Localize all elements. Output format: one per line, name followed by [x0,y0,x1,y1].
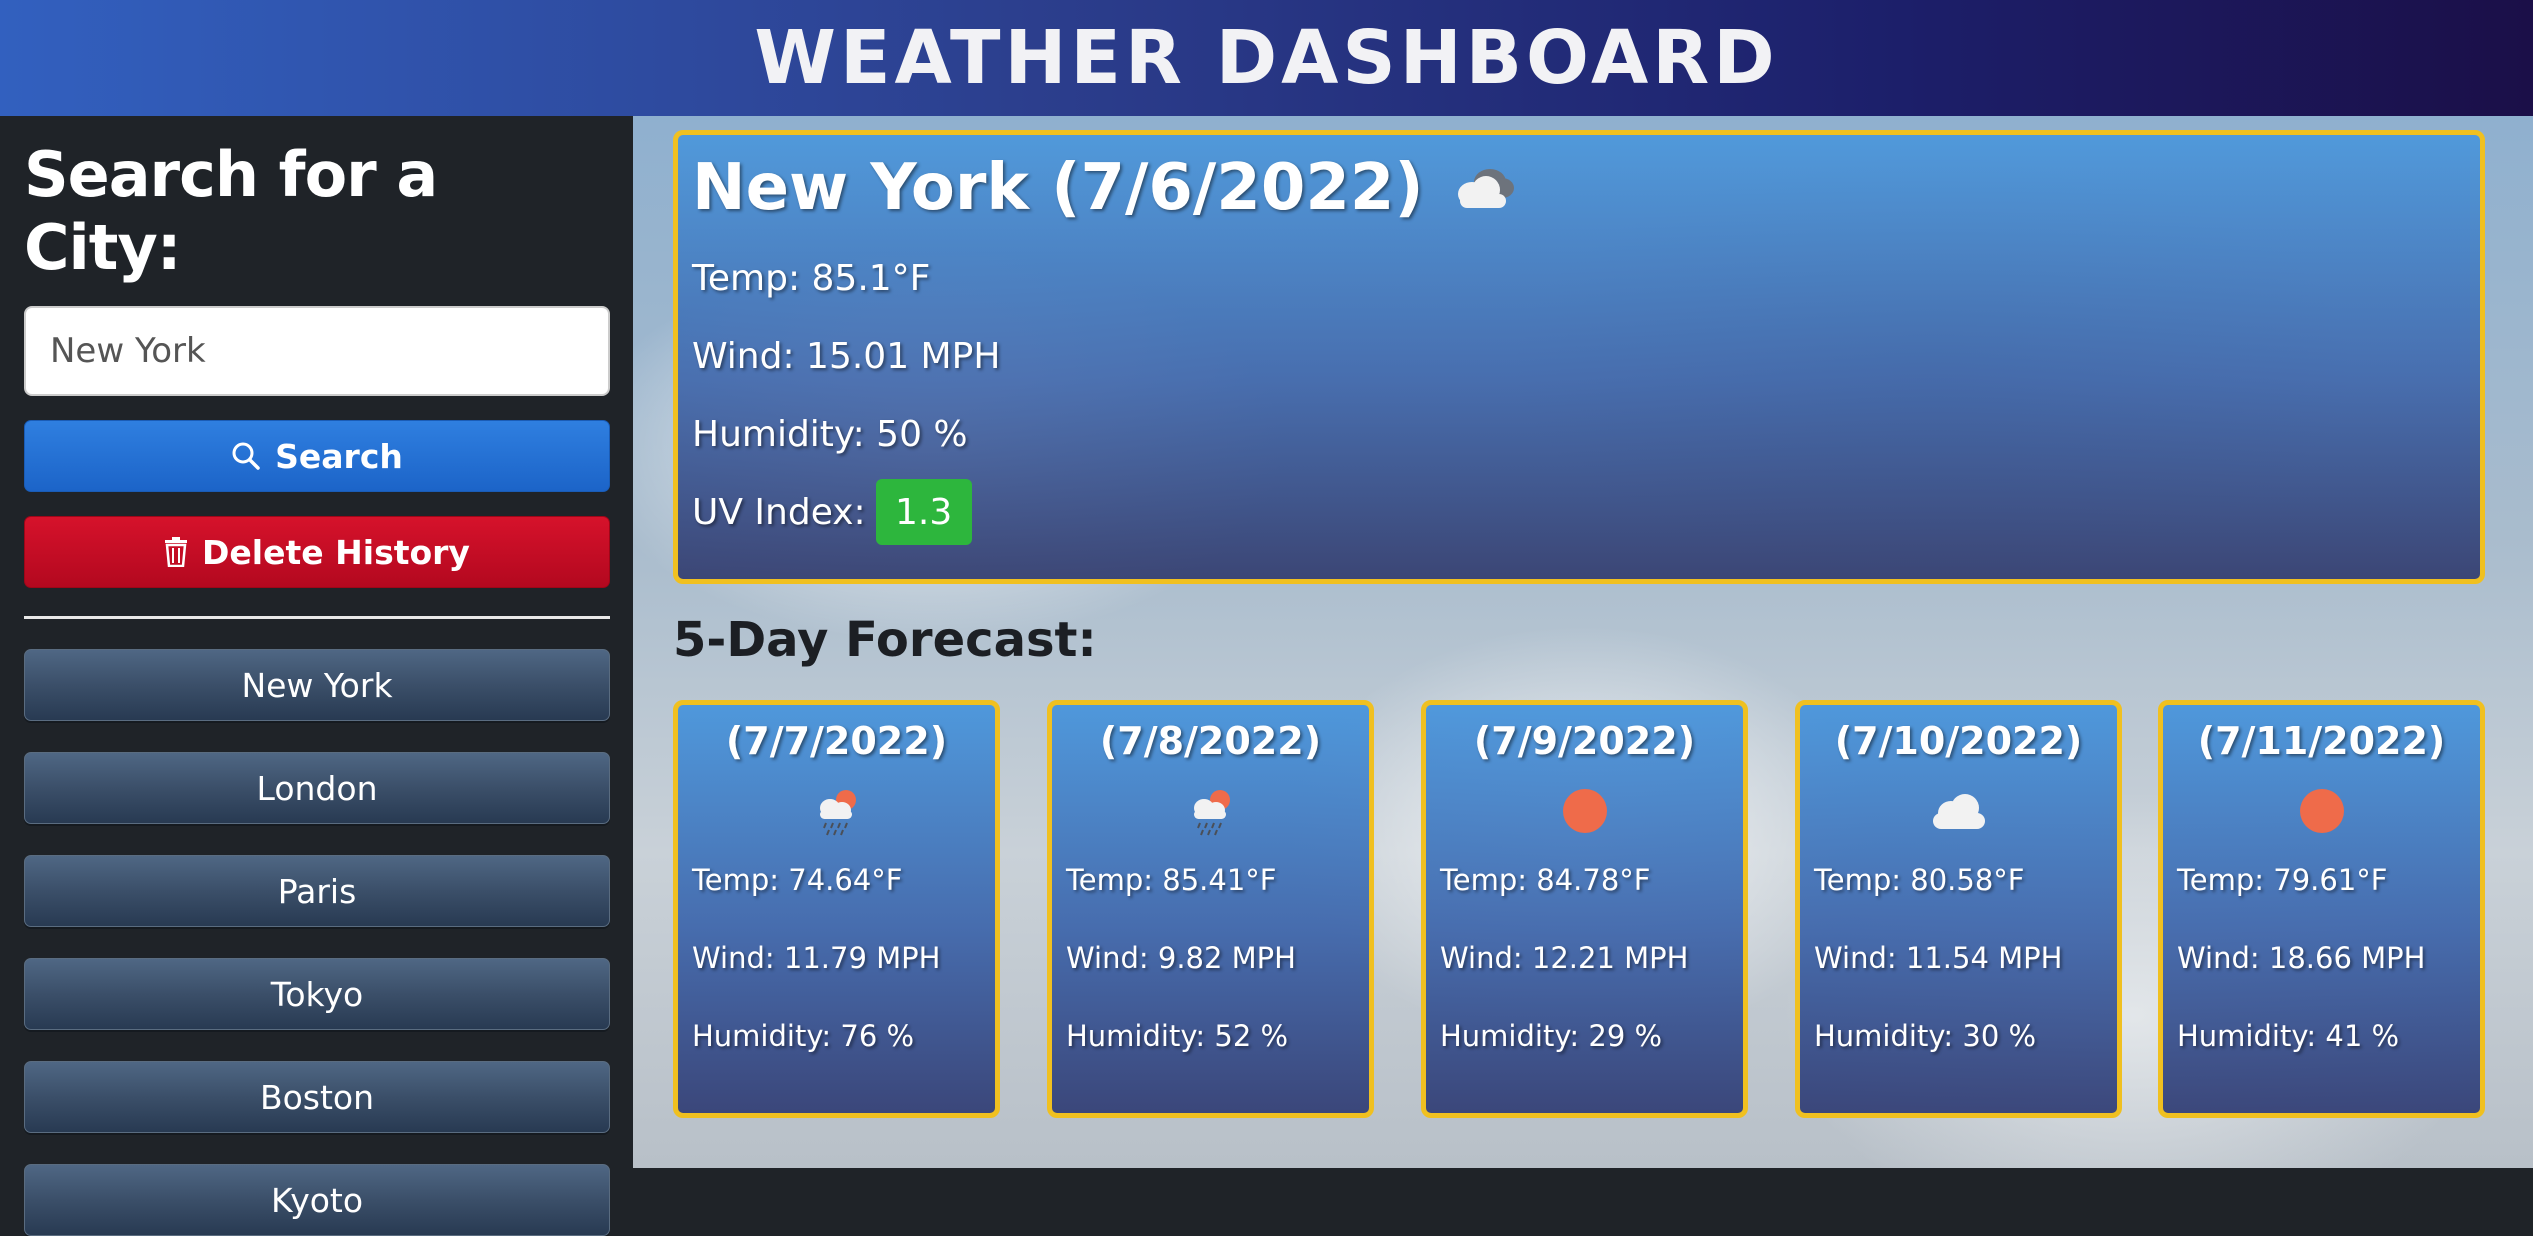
forecast-date: (7/9/2022) [1473,719,1696,763]
forecast-temp: Temp: 79.61°F [2177,863,2388,897]
delete-history-button[interactable]: Delete History [24,516,610,588]
search-button-label: Search [275,436,403,476]
search-icon [231,441,261,471]
sun-icon [2297,786,2347,836]
uv-label: UV Index: [692,491,866,533]
forecast-card: (7/8/2022) Temp: 85.41°F Wind: 9.82 MPH … [1047,700,1374,1118]
forecast-date: (7/11/2022) [2197,719,2446,763]
forecast-wind: Wind: 18.66 MPH [2177,941,2426,975]
search-button[interactable]: Search [24,420,610,492]
current-city-date: New York (7/6/2022) [692,151,1424,225]
forecast-card: (7/10/2022) Temp: 80.58°F Wind: 11.54 MP… [1795,700,2122,1118]
forecast-wind: Wind: 12.21 MPH [1440,941,1689,975]
history-item-boston[interactable]: Boston [24,1061,610,1133]
app-title: WEATHER DASHBOARD [754,15,1779,101]
sidebar: Search for a City: Search Delete History… [0,116,633,1236]
sun-icon [1560,786,1610,836]
rain-sun-icon [812,786,862,836]
app-header: WEATHER DASHBOARD [0,0,2533,116]
forecast-humidity: Humidity: 29 % [1440,1019,1663,1053]
history-item-tokyo[interactable]: Tokyo [24,958,610,1030]
rain-sun-icon [1186,786,1236,836]
history-item-paris[interactable]: Paris [24,855,610,927]
cloudy-icon [1450,166,1516,210]
current-weather-title: New York (7/6/2022) [692,151,2466,225]
forecast-wind: Wind: 9.82 MPH [1066,941,1296,975]
search-heading: Search for a City: [24,138,438,284]
forecast-wind: Wind: 11.79 MPH [692,941,941,975]
history-item-new-york[interactable]: New York [24,649,610,721]
current-uv: UV Index: 1.3 [692,479,2466,545]
forecast-wind: Wind: 11.54 MPH [1814,941,2063,975]
current-humidity: Humidity: 50 % [692,413,968,455]
forecast-row: (7/7/2022) Temp: 74.64°F Wind: 11.79 MPH… [673,700,2485,1118]
trash-icon [164,537,188,567]
delete-history-label: Delete History [202,532,470,572]
forecast-card: (7/11/2022) Temp: 79.61°F Wind: 18.66 MP… [2158,700,2485,1118]
search-history-list: New York London Paris Tokyo Boston Kyoto [24,649,610,1236]
forecast-card: (7/7/2022) Temp: 74.64°F Wind: 11.79 MPH… [673,700,1000,1118]
forecast-date: (7/10/2022) [1834,719,2083,763]
history-item-london[interactable]: London [24,752,610,824]
current-wind: Wind: 15.01 MPH [692,335,1001,377]
forecast-heading: 5-Day Forecast: [673,612,1097,668]
sidebar-divider [24,616,610,619]
forecast-temp: Temp: 74.64°F [692,863,903,897]
forecast-temp: Temp: 80.58°F [1814,863,2025,897]
forecast-humidity: Humidity: 41 % [2177,1019,2400,1053]
forecast-humidity: Humidity: 76 % [692,1019,915,1053]
forecast-humidity: Humidity: 52 % [1066,1019,1289,1053]
forecast-date: (7/7/2022) [725,719,948,763]
city-search-input[interactable] [24,306,610,396]
history-item-kyoto[interactable]: Kyoto [24,1164,610,1236]
main-content: New York (7/6/2022) Temp: 85.1°F Wind: 1… [633,116,2533,1168]
current-temp: Temp: 85.1°F [692,257,931,299]
uv-index-badge: 1.3 [875,479,972,545]
forecast-temp: Temp: 85.41°F [1066,863,1277,897]
forecast-humidity: Humidity: 30 % [1814,1019,2037,1053]
forecast-card: (7/9/2022) Temp: 84.78°F Wind: 12.21 MPH… [1421,700,1748,1118]
forecast-date: (7/8/2022) [1099,719,1322,763]
cloud-icon [1929,791,1989,831]
forecast-temp: Temp: 84.78°F [1440,863,1651,897]
current-weather-card: New York (7/6/2022) Temp: 85.1°F Wind: 1… [673,130,2485,584]
